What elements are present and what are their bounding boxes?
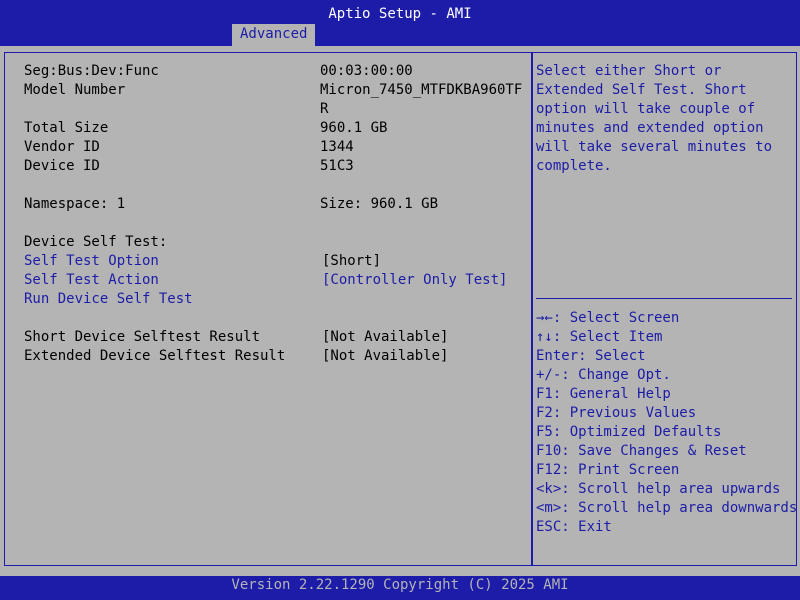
key-scroll-up: <k>: Scroll help area upwards xyxy=(536,481,781,497)
seg-bus-value: 00:03:00:00 xyxy=(320,63,413,79)
key-scroll-down: <m>: Scroll help area downwards xyxy=(536,500,798,516)
self-test-action-value[interactable]: [Controller Only Test] xyxy=(322,271,507,290)
key-optimized-defaults: F5: Optimized Defaults xyxy=(536,424,722,440)
self-test-heading: Device Self Test: xyxy=(24,234,168,250)
help-separator xyxy=(536,298,792,299)
bios-screen: Aptio Setup - AMI Advanced Seg:Bus:Dev:F… xyxy=(0,0,800,600)
key-previous-values: F2: Previous Values xyxy=(536,405,697,421)
key-change-opt: +/-: Change Opt. xyxy=(536,367,671,383)
extended-result-label: Extended Device Selftest Result xyxy=(24,348,286,364)
key-exit: ESC: Exit xyxy=(536,519,612,535)
total-size-value: 960.1 GB xyxy=(320,120,388,136)
short-result-label: Short Device Selftest Result xyxy=(24,329,261,345)
model-number-value: Micron_7450_MTFDKBA960TF xyxy=(320,82,523,98)
key-select-screen: →←: Select Screen xyxy=(536,310,680,326)
device-id-label: Device ID xyxy=(24,158,100,174)
vendor-id-label: Vendor ID xyxy=(24,139,100,155)
key-general-help: F1: General Help xyxy=(536,386,671,402)
seg-bus-label: Seg:Bus:Dev:Func xyxy=(24,63,159,79)
title-bar: Aptio Setup - AMI Advanced xyxy=(0,0,800,46)
panel-divider xyxy=(531,52,533,566)
help-text: Select either Short or Extended Self Tes… xyxy=(536,63,773,174)
self-test-option-value[interactable]: [Short] xyxy=(322,252,381,271)
version-text: Version 2.22.1290 Copyright (C) 2025 AMI xyxy=(231,577,569,593)
namespace-label: Namespace: 1 xyxy=(24,196,126,212)
short-result-value: [Not Available] xyxy=(322,329,449,345)
device-id-value: 51C3 xyxy=(320,158,354,174)
footer-bar: Version 2.22.1290 Copyright (C) 2025 AMI xyxy=(0,576,800,600)
key-enter: Enter: Select xyxy=(536,348,646,364)
key-print-screen: F12: Print Screen xyxy=(536,462,680,478)
key-save-reset: F10: Save Changes & Reset xyxy=(536,443,747,459)
self-test-action-label[interactable]: Self Test Action xyxy=(24,271,159,290)
namespace-size: Size: 960.1 GB xyxy=(320,196,439,212)
run-device-self-test[interactable]: Run Device Self Test xyxy=(24,290,193,309)
vendor-id-value: 1344 xyxy=(320,139,354,155)
self-test-option-label[interactable]: Self Test Option xyxy=(24,252,159,271)
extended-result-value: [Not Available] xyxy=(322,348,449,364)
total-size-label: Total Size xyxy=(24,120,109,136)
model-number-label: Model Number xyxy=(24,82,126,98)
tab-advanced[interactable]: Advanced xyxy=(232,24,316,46)
app-title: Aptio Setup - AMI xyxy=(328,6,472,22)
key-select-item: ↑↓: Select Item xyxy=(536,329,663,345)
model-number-value-cont: R xyxy=(320,101,329,117)
